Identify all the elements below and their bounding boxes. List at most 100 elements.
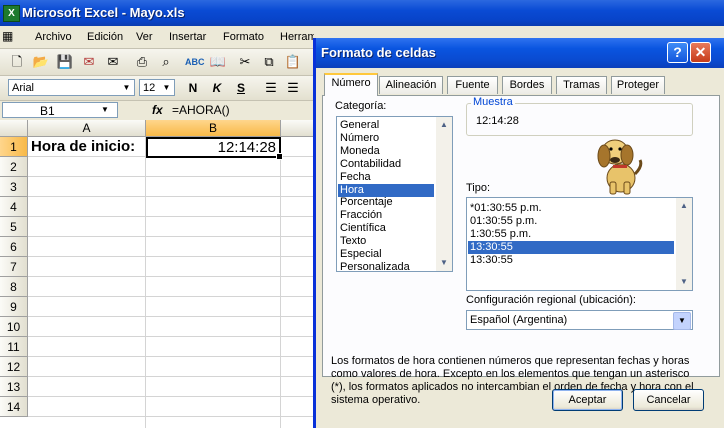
font-name-select[interactable]: Arial ▼ xyxy=(8,79,135,96)
category-list[interactable]: General Número Moneda Contabilidad Fecha Hora… xyxy=(336,116,453,272)
tab-bordes[interactable]: Bordes xyxy=(502,76,552,94)
spelling-icon[interactable]: ABC xyxy=(185,53,205,71)
gridline xyxy=(145,137,146,428)
chevron-down-icon: ▼ xyxy=(673,312,691,330)
tab-tramas[interactable]: Tramas xyxy=(556,76,607,94)
category-item[interactable]: Contabilidad xyxy=(338,158,434,171)
chevron-down-icon: ▼ xyxy=(101,105,109,114)
save-icon[interactable]: 💾 xyxy=(56,53,74,71)
email-icon[interactable]: ✉ xyxy=(104,53,122,71)
type-item[interactable]: 13:30:55 xyxy=(468,241,674,254)
locale-select[interactable]: Español (Argentina) ▼ xyxy=(466,310,693,330)
sample-value: 12:14:28 xyxy=(476,115,519,127)
name-box[interactable]: B1 ▼ xyxy=(2,102,118,118)
row-header[interactable]: 7 xyxy=(0,257,28,277)
category-item[interactable]: Científica xyxy=(338,222,434,235)
type-item[interactable]: 13:30:55 xyxy=(468,254,674,267)
select-all-corner[interactable] xyxy=(0,120,28,137)
cell-b1-selection[interactable]: 12:14:28 xyxy=(146,137,283,160)
fill-handle[interactable] xyxy=(276,153,283,160)
align-left-icon[interactable]: ☰ xyxy=(262,79,280,97)
menu-edicion[interactable]: Edición xyxy=(87,31,123,43)
type-label: Tipo: xyxy=(466,182,491,194)
type-scrollbar[interactable]: ▲ ▼ xyxy=(676,198,692,290)
category-item[interactable]: Fracción xyxy=(338,209,434,222)
category-item[interactable]: Personalizada xyxy=(338,261,434,271)
underline-button[interactable]: S xyxy=(232,79,250,97)
category-scrollbar[interactable]: ▲ ▼ xyxy=(436,117,452,271)
tab-numero[interactable]: Número xyxy=(324,73,378,96)
paste-icon[interactable]: 📋 xyxy=(284,53,302,71)
category-label: Categoría: xyxy=(335,100,387,112)
category-item[interactable]: Moneda xyxy=(338,145,434,158)
column-header-a[interactable]: A xyxy=(28,120,146,137)
type-item[interactable]: *01:30:55 p.m. xyxy=(468,202,674,215)
row-header[interactable]: 9 xyxy=(0,297,28,317)
tab-fuente[interactable]: Fuente xyxy=(447,76,498,94)
menu-insertar[interactable]: Insertar xyxy=(169,31,206,43)
menu-ver[interactable]: Ver xyxy=(136,31,153,43)
row-header[interactable]: 3 xyxy=(0,177,28,197)
cut-icon[interactable]: ✂ xyxy=(236,53,254,71)
help-button[interactable]: ? xyxy=(667,42,688,63)
dialog-title-bar[interactable]: Formato de celdas ? ✕ xyxy=(316,38,724,68)
research-icon[interactable]: 📖 xyxy=(209,53,227,71)
scroll-down-icon[interactable]: ▼ xyxy=(436,255,452,271)
type-item[interactable]: 1:30:55 p.m. xyxy=(468,228,674,241)
chevron-down-icon: ▼ xyxy=(162,83,171,92)
sample-label: Muestra xyxy=(471,96,515,108)
row-header[interactable]: 10 xyxy=(0,317,28,337)
cell-a1[interactable]: Hora de inicio: xyxy=(31,138,135,155)
italic-button[interactable]: K xyxy=(208,79,226,97)
print-icon[interactable]: ⎙ xyxy=(133,53,151,71)
row-header[interactable]: 4 xyxy=(0,197,28,217)
dialog-title: Formato de celdas xyxy=(321,45,436,60)
scroll-down-icon[interactable]: ▼ xyxy=(676,274,692,290)
scroll-up-icon[interactable]: ▲ xyxy=(676,198,692,214)
row-header[interactable]: 6 xyxy=(0,237,28,257)
category-item[interactable]: Número xyxy=(338,132,434,145)
chevron-down-icon: ▼ xyxy=(122,83,131,92)
copy-icon[interactable]: ⧉ xyxy=(260,53,278,71)
scroll-up-icon[interactable]: ▲ xyxy=(436,117,452,133)
font-size-select[interactable]: 12 ▼ xyxy=(139,79,175,96)
open-folder-icon[interactable]: 📂 xyxy=(32,53,50,71)
row-header[interactable]: 8 xyxy=(0,277,28,297)
permission-icon[interactable]: ✉ xyxy=(80,53,98,71)
new-document-icon[interactable]: 🗋 xyxy=(8,53,26,71)
menu-formato[interactable]: Formato xyxy=(223,31,264,43)
row-header[interactable]: 2 xyxy=(0,157,28,177)
print-preview-icon[interactable]: ⌕ xyxy=(157,53,175,71)
row-header[interactable]: 1 xyxy=(0,137,28,157)
tab-alineacion[interactable]: Alineación xyxy=(379,76,443,94)
sheet-icon[interactable]: ▦ xyxy=(2,29,13,43)
bold-button[interactable]: N xyxy=(184,79,202,97)
type-item[interactable]: 01:30:55 p.m. xyxy=(468,215,674,228)
category-item[interactable]: Fecha xyxy=(338,171,434,184)
dog-assistant-icon[interactable] xyxy=(593,134,647,196)
category-item[interactable]: Porcentaje xyxy=(338,196,434,209)
accept-button[interactable]: Aceptar xyxy=(552,389,623,411)
format-cells-dialog: Formato de celdas ? ✕ Número Alineación … xyxy=(313,38,724,428)
cancel-button[interactable]: Cancelar xyxy=(633,389,704,411)
fx-icon[interactable]: fx xyxy=(152,103,163,117)
row-header[interactable]: 14 xyxy=(0,397,28,417)
row-header[interactable]: 11 xyxy=(0,337,28,357)
category-item[interactable]: Texto xyxy=(338,235,434,248)
gridline xyxy=(280,137,281,428)
category-item[interactable]: General xyxy=(338,119,434,132)
type-list[interactable]: *01:30:55 p.m. 01:30:55 p.m. 1:30:55 p.m. 1… xyxy=(466,197,693,291)
align-center-icon[interactable]: ☰ xyxy=(284,79,302,97)
row-header[interactable]: 12 xyxy=(0,357,28,377)
row-header[interactable]: 5 xyxy=(0,217,28,237)
tab-proteger[interactable]: Proteger xyxy=(611,76,665,94)
column-header-b[interactable]: B xyxy=(146,120,281,137)
row-header[interactable]: 13 xyxy=(0,377,28,397)
formula-input[interactable]: =AHORA() xyxy=(172,103,230,117)
category-item[interactable]: Hora xyxy=(338,183,434,197)
excel-icon[interactable]: X xyxy=(3,5,20,22)
menu-archivo[interactable]: Archivo xyxy=(35,31,72,43)
menu-herramientas[interactable]: Herramientas xyxy=(280,31,314,43)
category-item[interactable]: Especial xyxy=(338,248,434,261)
close-button[interactable]: ✕ xyxy=(690,42,711,63)
